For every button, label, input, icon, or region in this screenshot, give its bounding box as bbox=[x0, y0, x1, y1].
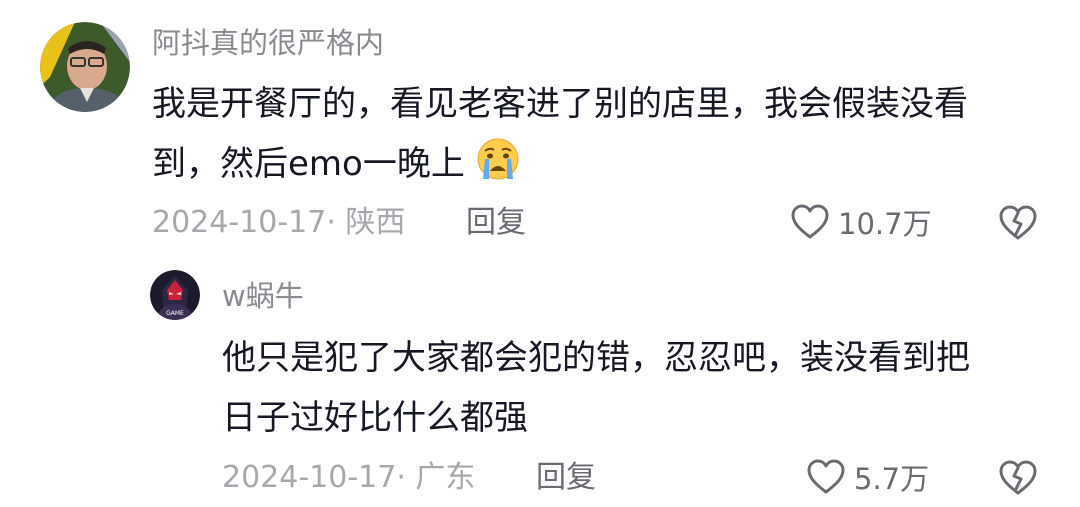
avatar-badge: GAME bbox=[166, 310, 184, 317]
reply-item: GAME w蜗牛 他只是犯了大家都会犯的错，忍忍吧，装没看到把 日子过好比什么都… bbox=[0, 260, 1080, 507]
reply-text-line: 他只是犯了大家都会犯的错，忍忍吧，装没看到把 bbox=[222, 338, 970, 378]
comment-text-line: 我是开餐厅的，看见老客进了别的店里，我会假装没看 bbox=[152, 84, 968, 124]
reply-button[interactable]: 回复 bbox=[466, 203, 526, 243]
like-button[interactable]: 10.7万 bbox=[790, 203, 932, 245]
crying-face-emoji bbox=[476, 137, 520, 200]
like-count: 10.7万 bbox=[838, 207, 932, 241]
broken-heart-icon bbox=[998, 205, 1038, 246]
comment-username[interactable]: 阿抖真的很严格内 bbox=[152, 26, 384, 60]
dislike-button[interactable] bbox=[998, 459, 1038, 501]
reply-text: 他只是犯了大家都会犯的错，忍忍吧，装没看到把 日子过好比什么都强 bbox=[222, 328, 1052, 448]
like-button[interactable]: 5.7万 bbox=[806, 458, 929, 500]
reply-username[interactable]: w蜗牛 bbox=[222, 279, 304, 313]
broken-heart-icon bbox=[998, 460, 1038, 501]
heart-outline-icon bbox=[806, 458, 846, 500]
comment-text-line: 到，然后emo一晚上 bbox=[152, 134, 1052, 200]
comment-text-segment: 到，然后emo一晚上 bbox=[152, 144, 465, 184]
reply-text-line: 日子过好比什么都强 bbox=[222, 398, 528, 438]
avatar[interactable]: GAME bbox=[150, 270, 200, 320]
comment-text: 我是开餐厅的，看见老客进了别的店里，我会假装没看 到，然后emo一晚上 bbox=[152, 74, 1052, 200]
avatar[interactable] bbox=[40, 22, 130, 112]
heart-outline-icon bbox=[790, 203, 830, 245]
comment-item: 阿抖真的很严格内 我是开餐厅的，看见老客进了别的店里，我会假装没看 到，然后em… bbox=[0, 0, 1080, 260]
reply-date-region: 2024-10-17· 广东 bbox=[222, 460, 476, 495]
reply-button[interactable]: 回复 bbox=[536, 458, 596, 498]
dislike-button[interactable] bbox=[998, 204, 1038, 246]
comment-date-region: 2024-10-17· 陕西 bbox=[152, 205, 406, 240]
like-count: 5.7万 bbox=[854, 462, 930, 496]
